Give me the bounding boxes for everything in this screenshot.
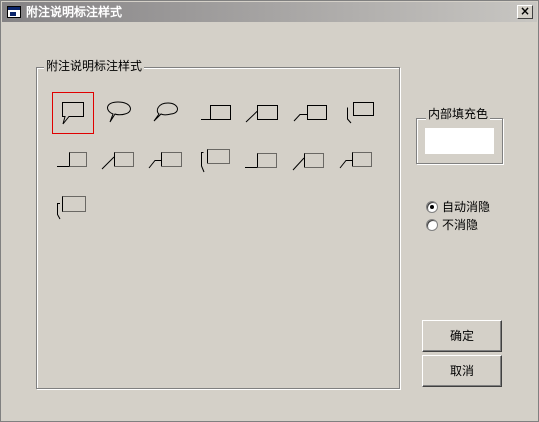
callout-box-underline[interactable] [193, 92, 235, 134]
callout-box-corner-icon [347, 102, 374, 124]
callout-dotted-corner-bracket-2-icon [57, 196, 86, 220]
auto-hide-label: 自动消隐 [442, 200, 491, 214]
close-button[interactable]: × [517, 5, 533, 19]
fill-color-group-label: 内部填充色 [426, 107, 491, 121]
callout-dotted-underline-icon [57, 152, 87, 167]
ok-button[interactable]: 确定 [422, 320, 502, 352]
callout-dotted-bent-2[interactable] [334, 139, 376, 181]
callout-rect-bubble-icon [62, 102, 84, 125]
callout-oval-bubble-icon [153, 102, 178, 122]
callout-dotted-bent-2-icon [339, 152, 372, 169]
callout-box-bent-icon [293, 105, 327, 122]
no-hide-label: 不消隐 [442, 218, 479, 232]
callout-dotted-bent-icon [148, 152, 182, 169]
cancel-button[interactable]: 取消 [422, 355, 502, 387]
auto-hide-option[interactable]: 自动消隐 [426, 199, 516, 215]
callout-dotted-bent[interactable] [146, 139, 188, 181]
callout-box-diagonal-icon [245, 105, 278, 123]
no-hide-option[interactable]: 不消隐 [426, 217, 516, 233]
callout-dotted-underline-2[interactable] [240, 139, 282, 181]
app-window-icon [7, 6, 21, 18]
callout-dotted-corner-bracket-icon [201, 149, 230, 173]
callout-style-group-label: 附注说明标注样式 [44, 59, 145, 73]
callout-dotted-corner-bracket-2[interactable] [52, 186, 94, 228]
callout-dotted-corner-bracket[interactable] [193, 139, 235, 181]
callout-box-bent[interactable] [287, 92, 329, 134]
title-bar[interactable]: 附注说明标注样式 × [2, 2, 537, 22]
callout-dotted-diagonal-2[interactable] [287, 139, 329, 181]
callout-box-diagonal[interactable] [240, 92, 282, 134]
callout-box-underline-icon [201, 105, 231, 120]
fill-color-swatch[interactable] [425, 128, 494, 154]
callout-oval-bubble[interactable] [146, 92, 188, 134]
callout-ellipse-bubble[interactable] [99, 92, 141, 134]
callout-box-corner[interactable] [334, 92, 376, 134]
auto-hide-radio[interactable] [426, 201, 438, 213]
callout-rect-bubble[interactable] [52, 92, 94, 134]
callout-dotted-underline[interactable] [52, 139, 94, 181]
callout-dotted-underline-2-icon [245, 153, 277, 168]
callout-dotted-diagonal-icon [101, 152, 134, 170]
no-hide-radio[interactable] [426, 219, 438, 231]
callout-dotted-diagonal[interactable] [99, 139, 141, 181]
callout-dotted-diagonal-2-icon [292, 153, 324, 171]
dialog-window: 附注说明标注样式 × 附注说明标注样式 内部填充色 自动消隐 不消隐 确定 取消 [0, 0, 539, 422]
window-title: 附注说明标注样式 [26, 5, 123, 19]
callout-ellipse-bubble-icon [107, 101, 131, 123]
